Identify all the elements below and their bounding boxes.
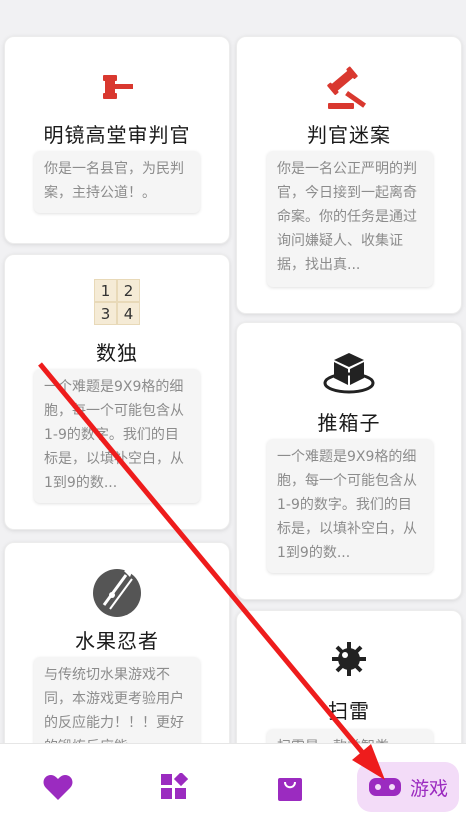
sudoku-cell: 1 — [95, 280, 116, 301]
sudoku-icon: 1 2 3 4 — [5, 279, 229, 325]
sudoku-cell: 4 — [118, 303, 139, 324]
card-title: 水果忍者 — [75, 629, 159, 653]
card-title: 推箱子 — [317, 411, 381, 435]
game-card-judge[interactable]: 明镜高堂审判官 你是一名县官，为民判案，主持公道！。 — [4, 36, 230, 244]
heart-icon — [43, 775, 73, 800]
card-title: 判官迷案 — [307, 123, 391, 147]
game-card-sudoku[interactable]: 1 2 3 4 数独 一个难题是9X9格的细胞，每一个可能包含从1-9的数字。我… — [4, 254, 230, 530]
nav-bag[interactable] — [254, 762, 326, 812]
game-card-fruit-ninja[interactable]: 水果忍者 与传统切水果游戏不同，本游戏更考验用户的反应能力！！！更好的锻炼反应能… — [4, 542, 230, 773]
game-card-judge-mystery[interactable]: 判官迷案 你是一名公正严明的判官，今日接到一起离奇命案。你的任务是通过询问嫌疑人… — [236, 36, 462, 314]
fruit-ninja-icon — [5, 565, 229, 619]
card-description: 你是一名公正严明的判官，今日接到一起离奇命案。你的任务是通过询问嫌疑人、收集证据… — [267, 151, 433, 287]
sudoku-cell: 2 — [118, 280, 139, 301]
gamepad-icon — [368, 778, 401, 796]
nav-favorites[interactable] — [22, 762, 94, 812]
nav-apps[interactable] — [138, 762, 210, 812]
card-title: 扫雷 — [328, 699, 370, 723]
gavel-icon — [5, 71, 229, 105]
apps-icon — [161, 773, 188, 799]
card-title: 明镜高堂审判官 — [43, 123, 191, 147]
card-description: 一个难题是9X9格的细胞，每一个可能包含从1-9的数字。我们的目标是，以填补空白… — [267, 439, 433, 573]
game-card-sokoban[interactable]: 推箱子 一个难题是9X9格的细胞，每一个可能包含从1-9的数字。我们的目标是，以… — [236, 322, 462, 600]
mine-icon — [237, 639, 461, 679]
bottom-nav: 游戏 — [0, 743, 466, 830]
card-description: 你是一名县官，为民判案，主持公道！。 — [34, 151, 200, 213]
card-description: 一个难题是9X9格的细胞，每一个可能包含从1-9的数字。我们的目标是，以填补空白… — [34, 369, 200, 503]
sudoku-cell: 3 — [95, 303, 116, 324]
bag-icon — [278, 778, 302, 801]
card-title: 数独 — [96, 341, 138, 365]
nav-games-label: 游戏 — [409, 777, 448, 800]
box-icon — [237, 349, 461, 395]
gavel-strike-icon — [237, 65, 461, 111]
nav-games[interactable]: 游戏 — [357, 762, 459, 812]
